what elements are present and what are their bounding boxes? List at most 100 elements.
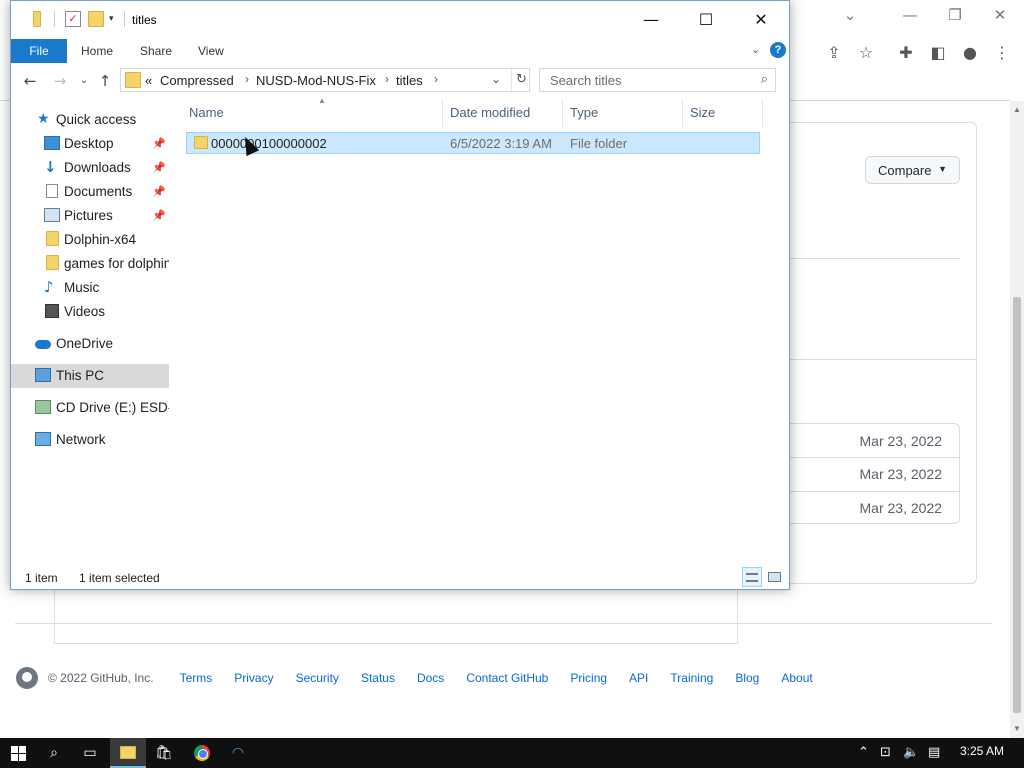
large-icons-view-button[interactable] <box>764 567 784 587</box>
footer-link-security[interactable]: Security <box>296 671 339 685</box>
star-icon: ★ <box>37 111 50 127</box>
new-folder-icon[interactable] <box>88 11 104 27</box>
breadcrumb-item[interactable]: titles <box>396 73 423 88</box>
column-header-size[interactable]: Size <box>690 104 715 126</box>
footer-link-about[interactable]: About <box>781 671 812 685</box>
footer-link-training[interactable]: Training <box>670 671 713 685</box>
file-explorer-taskbar-button[interactable] <box>110 738 146 768</box>
tab-view[interactable]: View <box>198 39 224 63</box>
footer-link-terms[interactable]: Terms <box>180 671 213 685</box>
extensions-icon[interactable]: ✚ <box>894 41 918 65</box>
scroll-down-icon[interactable]: ▼ <box>1010 722 1024 736</box>
browser-close-button[interactable]: ✕ <box>988 4 1012 26</box>
download-icon: ↓ <box>44 158 57 176</box>
nav-item-label: Music <box>64 280 100 295</box>
scroll-up-icon[interactable]: ▲ <box>1010 103 1024 117</box>
footer-link-blog[interactable]: Blog <box>735 671 759 685</box>
forward-button[interactable]: → <box>50 72 70 90</box>
nav-item-network[interactable]: Network <box>11 428 169 452</box>
table-row[interactable]: 0000000100000002 6/5/2022 3:19 AM File f… <box>186 132 760 154</box>
scrollbar-thumb[interactable] <box>1013 297 1021 713</box>
column-divider[interactable] <box>562 99 563 127</box>
browser-minimize-button[interactable]: — <box>898 4 922 26</box>
nav-item-games-for-dolphin[interactable]: games for dolphin <box>11 252 169 276</box>
minimize-button[interactable]: — <box>623 1 679 39</box>
column-divider[interactable] <box>762 99 763 127</box>
side-panel-icon[interactable]: ◧ <box>926 41 950 65</box>
column-divider[interactable] <box>442 99 443 127</box>
footer-link-contact[interactable]: Contact GitHub <box>466 671 548 685</box>
nav-item-downloads[interactable]: ↓ Downloads 📌 <box>11 156 169 180</box>
chrome-taskbar-button[interactable] <box>184 738 220 768</box>
network-status-icon[interactable]: ⊡ <box>880 738 891 768</box>
expand-ribbon-icon[interactable]: ⌄ <box>751 43 760 56</box>
tab-search-icon[interactable]: ⌄ <box>838 4 862 26</box>
column-header-type[interactable]: Type <box>570 104 598 126</box>
store-taskbar-button[interactable]: 🛍 <box>146 738 182 768</box>
nav-item-quick-access[interactable]: ★ Quick access <box>11 108 169 132</box>
browser-menu-icon[interactable]: ⋮ <box>990 41 1014 65</box>
help-icon[interactable]: ? <box>770 42 786 58</box>
breadcrumb-overflow[interactable]: « <box>145 73 152 88</box>
bookmark-star-icon[interactable]: ☆ <box>854 41 878 65</box>
release-date: Mar 23, 2022 <box>859 433 943 449</box>
address-bar[interactable]: « Compressed › NUSD-Mod-NUS-Fix › titles… <box>120 68 530 92</box>
customize-toolbar-icon[interactable]: ▾ <box>109 13 114 24</box>
cd-drive-icon <box>35 400 51 414</box>
search-taskbar-button[interactable]: ⌕ <box>36 738 72 768</box>
start-button[interactable] <box>0 738 36 768</box>
search-input[interactable] <box>540 69 750 91</box>
nav-item-dolphin-x64[interactable]: Dolphin-x64 <box>11 228 169 252</box>
tab-file[interactable]: File <box>11 39 67 63</box>
breadcrumb-item[interactable]: Compressed <box>160 73 234 88</box>
dolphin-taskbar-button[interactable]: ◠ <box>220 738 256 768</box>
browser-restore-button[interactable]: ❐ <box>943 4 967 26</box>
show-hidden-icons-button[interactable]: ⌃ <box>858 738 869 768</box>
up-button[interactable]: ↑ <box>95 72 115 90</box>
nav-item-pictures[interactable]: Pictures 📌 <box>11 204 169 228</box>
nav-item-desktop[interactable]: Desktop 📌 <box>11 132 169 156</box>
nav-item-documents[interactable]: Documents 📌 <box>11 180 169 204</box>
chevron-right-icon[interactable]: › <box>385 72 389 86</box>
details-view-button[interactable] <box>742 567 762 587</box>
nav-item-this-pc[interactable]: This PC <box>11 364 169 388</box>
column-header-date[interactable]: Date modified <box>450 104 530 126</box>
maximize-button[interactable]: ☐ <box>678 1 734 39</box>
chevron-right-icon[interactable]: › <box>245 72 249 86</box>
search-icon[interactable]: ⌕ <box>761 72 768 87</box>
close-button[interactable]: ✕ <box>733 1 789 39</box>
nav-item-music[interactable]: ♪ Music <box>11 276 169 300</box>
chevron-down-icon[interactable]: ⌄ <box>491 72 501 86</box>
properties-icon[interactable]: ✓ <box>65 11 81 27</box>
share-icon[interactable]: ⇪ <box>822 41 846 65</box>
compare-button[interactable]: Compare ▼ <box>865 156 960 184</box>
nav-item-cd-drive[interactable]: CD Drive (E:) ESD- <box>11 396 169 420</box>
footer-link-docs[interactable]: Docs <box>417 671 444 685</box>
nav-item-videos[interactable]: Videos <box>11 300 169 324</box>
refresh-button[interactable]: ↻ <box>511 69 531 91</box>
pictures-icon <box>44 208 60 222</box>
task-view-button[interactable]: ▭ <box>72 738 108 768</box>
tab-share[interactable]: Share <box>140 39 172 63</box>
breadcrumb-item[interactable]: NUSD-Mod-NUS-Fix <box>256 73 376 88</box>
footer-link-privacy[interactable]: Privacy <box>234 671 273 685</box>
column-header-name[interactable]: Name <box>189 104 224 126</box>
back-button[interactable]: ← <box>20 72 40 90</box>
chevron-right-icon[interactable]: › <box>434 72 438 86</box>
page-scrollbar[interactable]: ▲ ▼ <box>1010 101 1024 738</box>
footer-link-pricing[interactable]: Pricing <box>570 671 607 685</box>
footer-link-api[interactable]: API <box>629 671 648 685</box>
tab-home[interactable]: Home <box>81 39 113 63</box>
folder-icon <box>46 255 59 270</box>
notifications-icon[interactable]: ▤ <box>928 738 940 768</box>
nav-item-onedrive[interactable]: OneDrive <box>11 332 169 356</box>
status-bar: 1 item 1 item selected <box>11 567 789 589</box>
search-box: ⌕ <box>539 68 776 92</box>
column-divider[interactable] <box>682 99 683 127</box>
volume-muted-icon[interactable]: 🔈 <box>903 738 919 768</box>
footer-link-status[interactable]: Status <box>361 671 395 685</box>
recent-locations-icon[interactable]: ⌄ <box>74 72 94 90</box>
profile-avatar-icon[interactable]: ● <box>958 41 982 65</box>
taskbar-clock[interactable]: 3:25 AM <box>960 744 1004 758</box>
github-logo-icon[interactable] <box>16 667 38 689</box>
